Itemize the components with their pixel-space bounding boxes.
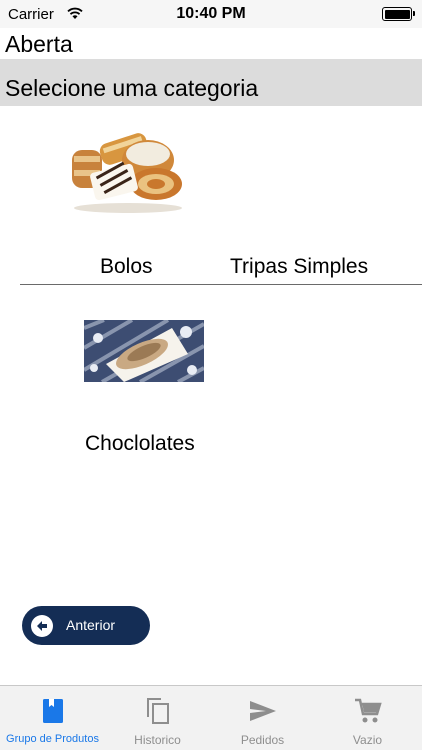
status-bar: Carrier 10:40 PM [0, 0, 422, 28]
tab-label: Grupo de Produtos [6, 733, 99, 745]
tab-label: Historico [134, 733, 181, 747]
arrow-left-icon [31, 615, 53, 637]
tab-grupo-de-produtos[interactable]: Grupo de Produtos [0, 686, 105, 750]
back-button-label: Anterior [66, 617, 116, 633]
tab-historico[interactable]: Historico [105, 686, 210, 750]
copy-icon [146, 698, 169, 724]
page-title: Aberta [5, 31, 73, 57]
divider [20, 284, 422, 285]
tab-label: Pedidos [240, 733, 285, 747]
tab-vazio[interactable]: Vazio [315, 686, 420, 750]
battery-icon [382, 7, 415, 21]
category-chocolates-label[interactable]: Choclolates [85, 432, 195, 456]
back-button[interactable]: Anterior [22, 606, 150, 645]
cart-icon [354, 698, 382, 723]
category-tripas-label[interactable]: Tripas Simples [230, 255, 368, 279]
pastries-image[interactable] [68, 124, 186, 216]
tab-bar: Grupo de Produtos Historico Pedidos Vazi… [0, 685, 422, 750]
page-subtitle: Selecione uma categoria [5, 75, 259, 101]
subtitle-bar: Selecione uma categoria [0, 59, 422, 106]
title-bar: Aberta [0, 28, 422, 59]
category-bolos-label[interactable]: Bolos [100, 255, 153, 279]
send-icon [249, 701, 276, 721]
tab-pedidos[interactable]: Pedidos [210, 686, 315, 750]
tab-label: Vazio [352, 733, 383, 747]
status-time: 10:40 PM [176, 5, 246, 22]
bookmark-icon [42, 699, 63, 723]
chocolates-image[interactable] [84, 320, 204, 382]
